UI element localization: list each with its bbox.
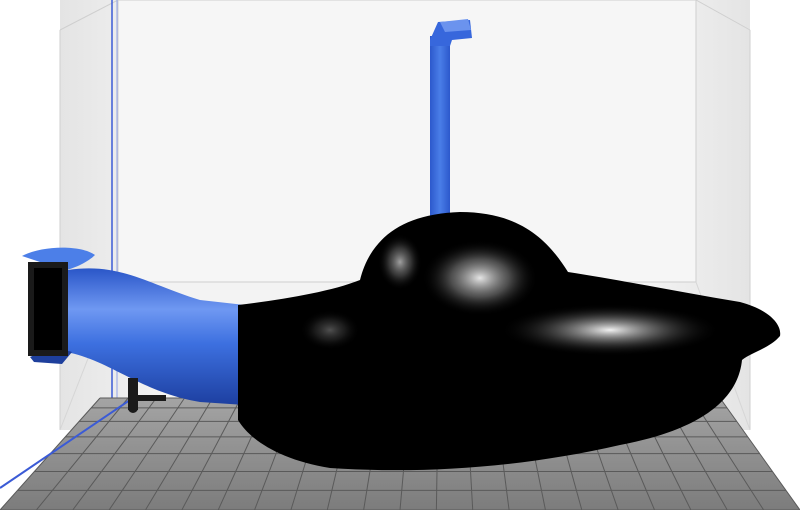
3d-viewport[interactable] <box>0 0 800 510</box>
3d-scene[interactable] <box>0 0 800 510</box>
